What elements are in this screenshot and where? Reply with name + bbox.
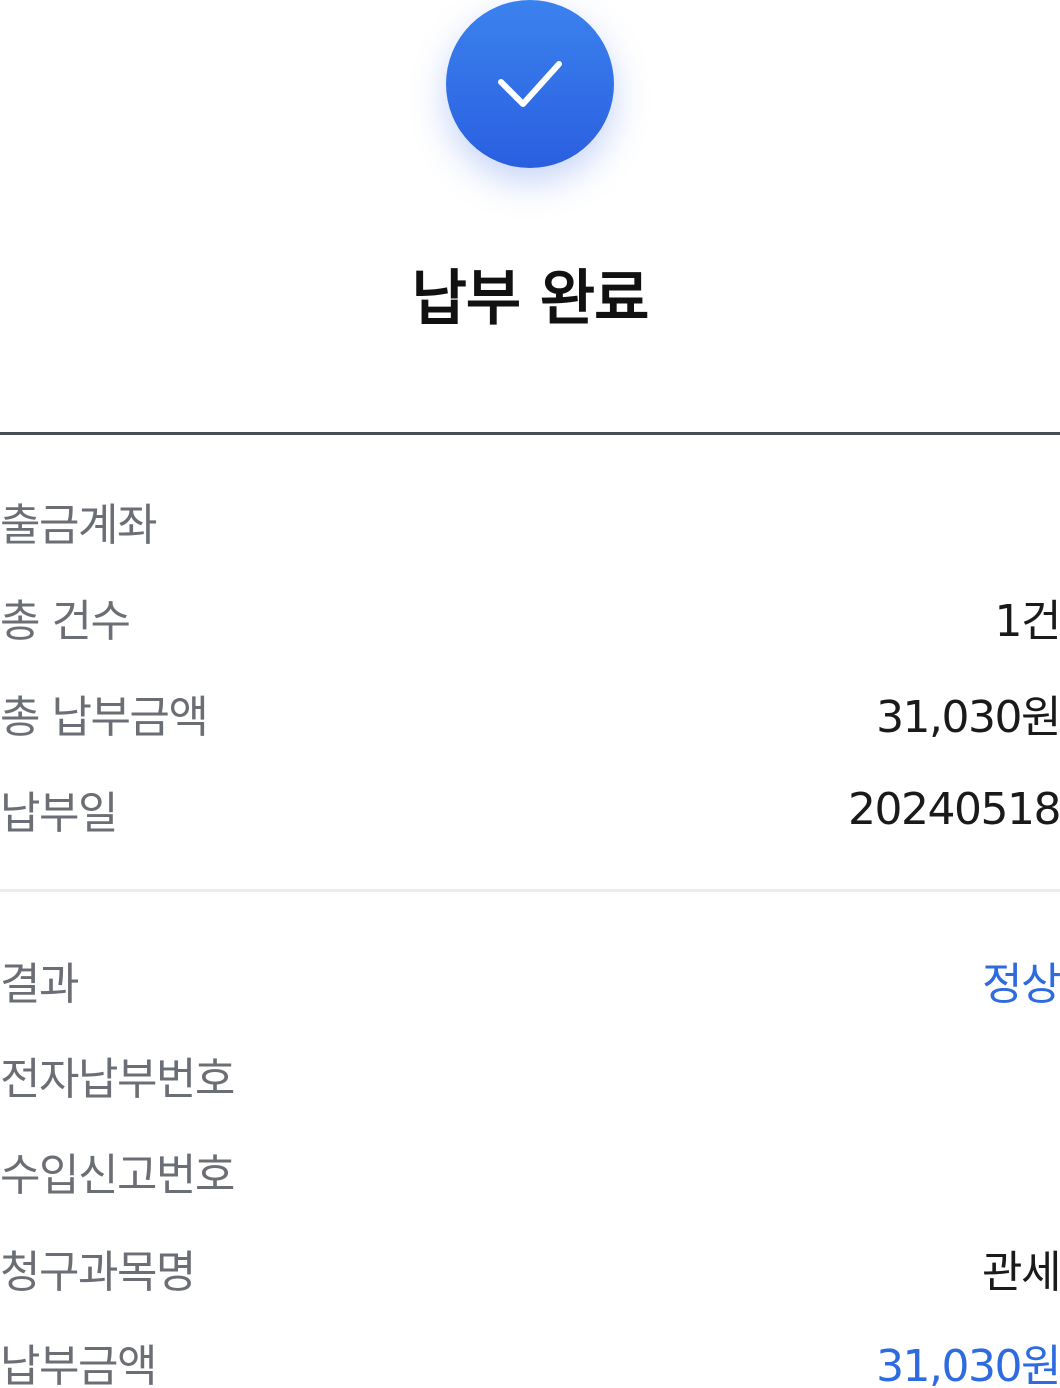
success-check-badge xyxy=(446,0,614,168)
value-payment-amount: 31,030원 xyxy=(876,1341,1060,1388)
payment-complete-page: 납부 완료 출금계좌 총 건수 1건 총 납부금액 31,030원 납부일 20… xyxy=(0,0,1060,1388)
label-billing-item: 청구과목명 xyxy=(0,1247,196,1298)
row-result: 결과 정상 xyxy=(0,950,1060,1010)
row-payment-date: 납부일 20240518 xyxy=(0,779,1060,840)
label-withdrawal-account: 출금계좌 xyxy=(0,500,157,551)
row-billing-item: 청구과목명 관세 xyxy=(0,1238,1060,1298)
value-total-amount: 31,030원 xyxy=(876,692,1060,743)
value-result: 정상 xyxy=(982,959,1060,1010)
row-import-declaration-number: 수입신고번호 xyxy=(0,1141,1060,1201)
label-total-count: 총 건수 xyxy=(0,596,131,647)
value-billing-item: 관세 xyxy=(982,1247,1060,1298)
label-payment-date: 납부일 xyxy=(0,788,118,839)
label-result: 결과 xyxy=(0,959,79,1010)
label-payment-amount: 납부금액 xyxy=(0,1341,157,1388)
check-icon xyxy=(498,61,562,107)
section-divider xyxy=(0,432,1060,435)
value-total-count: 1건 xyxy=(994,596,1060,647)
row-electronic-payment-number: 전자납부번호 xyxy=(0,1045,1060,1105)
row-payment-amount: 납부금액 31,030원 xyxy=(0,1332,1060,1388)
section-divider-light xyxy=(0,889,1060,892)
label-total-amount: 총 납부금액 xyxy=(0,692,209,743)
page-title: 납부 완료 xyxy=(411,264,650,334)
label-electronic-payment-number: 전자납부번호 xyxy=(0,1054,235,1105)
row-withdrawal-account: 출금계좌 xyxy=(0,491,1060,551)
value-payment-date: 20240518 xyxy=(848,783,1060,835)
row-total-amount: 총 납부금액 31,030원 xyxy=(0,683,1060,743)
row-total-count: 총 건수 1건 xyxy=(0,587,1060,647)
label-import-declaration-number: 수입신고번호 xyxy=(0,1150,235,1201)
